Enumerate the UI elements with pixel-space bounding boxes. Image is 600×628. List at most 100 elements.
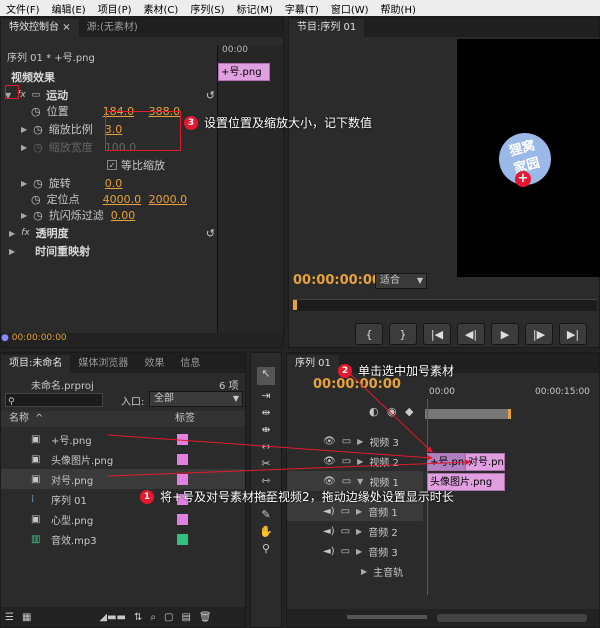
motion-row[interactable]: ▼ fx ▭ 运动 ↺: [5, 87, 215, 103]
anchor-y[interactable]: 2000.0: [149, 193, 188, 206]
playhead-marker[interactable]: [293, 300, 297, 310]
stopwatch-icon[interactable]: ◷: [33, 123, 43, 136]
track-audio-2[interactable]: ◄) ▭ ▶ 音频 2: [287, 521, 423, 541]
menu-sequence[interactable]: 序列(S): [184, 1, 230, 16]
go-to-out-button[interactable]: ▶|: [559, 323, 587, 345]
delete-icon[interactable]: 🗑: [199, 612, 212, 623]
timeline-scrollbar[interactable]: [437, 614, 587, 622]
razor-tool-icon[interactable]: ✂: [257, 457, 275, 470]
timeline-zoom-slider[interactable]: [347, 615, 427, 619]
tab-sequence[interactable]: 序列 01: [287, 355, 339, 373]
list-item[interactable]: ▣ 心型.png: [1, 509, 245, 529]
collapse-triangle-icon[interactable]: ▶: [21, 211, 27, 220]
keyframe-icon[interactable]: ◆: [405, 405, 413, 418]
ripple-edit-tool-icon[interactable]: ⇹: [257, 406, 275, 419]
clip-plus[interactable]: +号.png: [427, 453, 465, 471]
find-icon[interactable]: ⌕: [150, 612, 156, 623]
collapse-triangle-icon[interactable]: ▶: [9, 247, 15, 256]
reset-icon[interactable]: ↺: [206, 227, 215, 240]
collapse-triangle-icon[interactable]: ▶: [21, 125, 27, 134]
program-timecode[interactable]: 00:00:00:00: [293, 273, 381, 288]
effect-timecode[interactable]: 00:00:00:00: [12, 333, 67, 343]
snap-icon[interactable]: ◐: [369, 405, 379, 418]
stopwatch-icon[interactable]: ◷: [31, 193, 41, 206]
lock-icon[interactable]: ▭: [342, 436, 351, 447]
entry-dropdown[interactable]: 全部 ▼: [149, 391, 243, 407]
go-to-in-button[interactable]: |◀: [423, 323, 451, 345]
track-audio-3[interactable]: ◄) ▭ ▶ 音频 3: [287, 541, 423, 561]
time-remap-row[interactable]: ▶ 时间重映射: [9, 243, 90, 259]
lock-icon[interactable]: ▭: [342, 476, 351, 487]
antiflicker-value[interactable]: 0.00: [111, 209, 136, 222]
mini-clip[interactable]: +号.png: [218, 63, 270, 81]
tab-program[interactable]: 节目:序列 01: [289, 19, 365, 37]
marker-icon[interactable]: ◉: [387, 405, 397, 418]
lock-icon[interactable]: ▭: [341, 506, 350, 517]
item-label-swatch[interactable]: [177, 433, 188, 445]
uniform-scale-checkbox[interactable]: ✓: [107, 160, 117, 170]
anchor-x[interactable]: 4000.0: [103, 193, 143, 206]
rotation-value[interactable]: 0.0: [105, 177, 123, 190]
slip-tool-icon[interactable]: ⇿: [257, 474, 275, 487]
list-item[interactable]: ▣ 对号.png: [1, 469, 245, 489]
search-input[interactable]: ⚲: [5, 393, 103, 407]
lock-icon[interactable]: ▭: [341, 526, 350, 537]
list-item[interactable]: ▥ 音效.mp3: [1, 529, 245, 549]
tab-media-browser[interactable]: 媒体浏览器: [70, 355, 136, 373]
speaker-icon[interactable]: ◄): [323, 546, 335, 557]
stopwatch-icon[interactable]: ◷: [33, 177, 43, 190]
menu-help[interactable]: 帮助(H): [375, 1, 422, 16]
speaker-icon[interactable]: ◄): [323, 506, 335, 517]
list-view-icon[interactable]: ☰: [5, 612, 14, 623]
step-back-button[interactable]: ◀|: [457, 323, 485, 345]
eye-icon[interactable]: 👁: [323, 436, 336, 447]
track-select-tool-icon[interactable]: ⇥: [257, 389, 275, 402]
clip-check[interactable]: 对号.pn: [465, 453, 505, 471]
item-label-swatch[interactable]: [177, 473, 188, 485]
col-name[interactable]: 名称: [9, 411, 29, 427]
menu-file[interactable]: 文件(F): [0, 1, 46, 16]
automate-icon[interactable]: ⇅: [134, 612, 142, 623]
zoom-slider[interactable]: ◢▬▬: [99, 612, 126, 623]
pen-tool-icon[interactable]: ✎: [257, 508, 275, 521]
track-video-3[interactable]: 👁 ▭ ▶ 视频 3: [287, 431, 423, 451]
item-label-swatch[interactable]: [177, 513, 188, 525]
track-video-2[interactable]: 👁 ▭ ▶ 视频 2: [287, 451, 423, 471]
hand-tool-icon[interactable]: ✋: [257, 525, 275, 538]
col-label[interactable]: 标签: [175, 411, 195, 427]
list-item[interactable]: ▣ +号.png: [1, 429, 245, 449]
tab-effect-controls[interactable]: 特效控制台 ×: [1, 19, 79, 37]
play-button[interactable]: ▶: [491, 323, 519, 345]
eye-icon[interactable]: 👁: [323, 456, 336, 467]
eye-icon[interactable]: 👁: [323, 476, 336, 487]
menu-window[interactable]: 窗口(W): [325, 1, 375, 16]
tab-info[interactable]: 信息: [172, 355, 208, 373]
menu-title[interactable]: 字幕(T): [279, 1, 325, 16]
new-item-icon[interactable]: ▤: [181, 612, 190, 623]
mark-in-button[interactable]: {: [355, 323, 383, 345]
lock-icon[interactable]: ▭: [342, 456, 351, 467]
opacity-row[interactable]: ▶ fx 透明度 ↺: [9, 225, 215, 241]
new-bin-icon[interactable]: ▢: [164, 612, 173, 623]
menu-project[interactable]: 项目(P): [92, 1, 138, 16]
rate-stretch-tool-icon[interactable]: ↔: [257, 440, 275, 453]
fit-dropdown[interactable]: 适合 ▼: [375, 273, 427, 289]
collapse-triangle-icon[interactable]: ▶: [21, 179, 27, 188]
timeline-timecode[interactable]: 00:00:00:00: [313, 377, 401, 392]
stopwatch-icon[interactable]: ◷: [33, 209, 43, 222]
stopwatch-icon[interactable]: ◷: [31, 105, 41, 118]
zoom-tool-icon[interactable]: ⚲: [257, 542, 275, 555]
rolling-edit-tool-icon[interactable]: ⇼: [257, 423, 275, 436]
reset-icon[interactable]: ↺: [206, 89, 215, 102]
program-scrubber[interactable]: [293, 299, 597, 311]
selection-tool-icon[interactable]: ↖: [257, 367, 275, 385]
item-label-swatch[interactable]: [177, 533, 188, 545]
mark-out-button[interactable]: }: [389, 323, 417, 345]
tab-effects[interactable]: 效果: [136, 355, 172, 373]
collapse-triangle-icon[interactable]: ▶: [9, 229, 15, 238]
menu-clip[interactable]: 素材(C): [138, 1, 185, 16]
icon-view-icon[interactable]: ▦: [22, 612, 31, 623]
menu-marker[interactable]: 标记(M): [230, 1, 278, 16]
tab-project[interactable]: 项目:未命名: [1, 355, 71, 373]
item-label-swatch[interactable]: [177, 453, 188, 465]
